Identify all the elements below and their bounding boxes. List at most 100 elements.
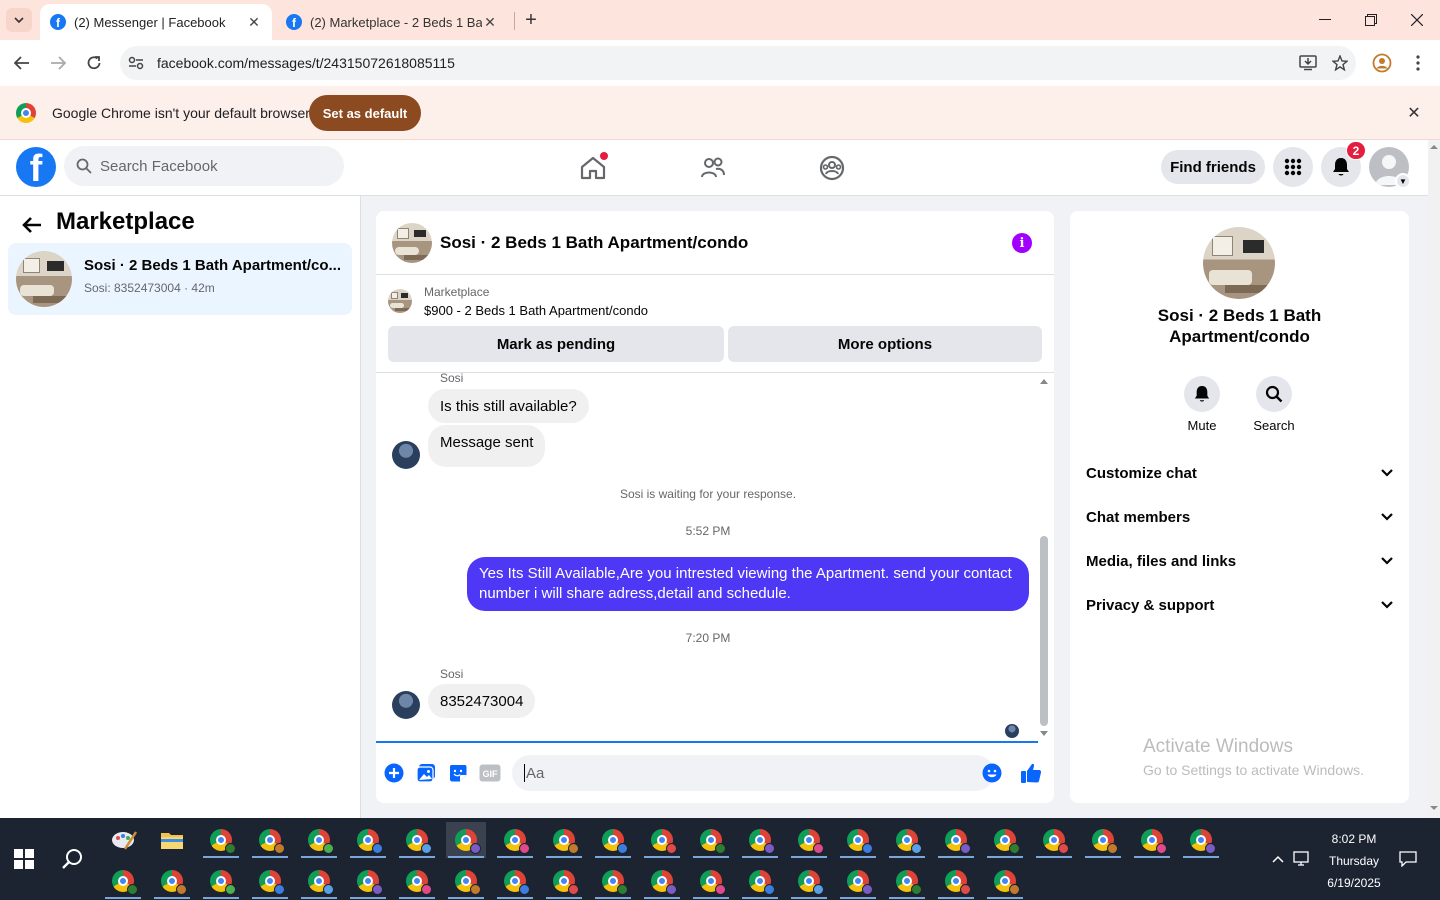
plus-circle-icon[interactable]	[383, 762, 405, 784]
chrome-window-taskbar-button[interactable]	[593, 822, 633, 858]
chrome-window-taskbar-button[interactable]	[789, 822, 829, 858]
customize-chat-section[interactable]: Customize chat	[1086, 461, 1393, 485]
message-input[interactable]: Aa	[512, 755, 994, 791]
tab-close-icon[interactable]: ✕	[482, 14, 498, 31]
chrome-window-taskbar-button[interactable]	[1083, 822, 1123, 858]
chrome-menu-button[interactable]	[1404, 49, 1432, 77]
chrome-window-taskbar-button[interactable]	[789, 863, 829, 899]
chat-title[interactable]: Sosi · 2 Beds 1 Bath Apartment/condo	[440, 233, 748, 253]
chrome-window-taskbar-button[interactable]	[446, 863, 486, 899]
chrome-window-taskbar-button[interactable]	[887, 863, 927, 899]
chrome-window-taskbar-button[interactable]	[642, 822, 682, 858]
facebook-search-input[interactable]: Search Facebook	[64, 146, 344, 186]
chrome-window-taskbar-button[interactable]	[838, 863, 878, 899]
facebook-logo[interactable]: f	[16, 147, 56, 187]
scroll-up-arrow-icon[interactable]	[1040, 379, 1048, 384]
back-button[interactable]	[8, 49, 36, 77]
chrome-window-taskbar-button[interactable]	[446, 822, 486, 858]
chrome-window-taskbar-button[interactable]	[495, 863, 535, 899]
chrome-window-taskbar-button[interactable]	[642, 863, 682, 899]
tab-search-button[interactable]	[6, 8, 32, 32]
info-icon[interactable]: i	[1012, 233, 1032, 253]
privacy-support-section[interactable]: Privacy & support	[1086, 593, 1393, 617]
nav-home[interactable]	[538, 146, 648, 190]
mute-button[interactable]: Mute	[1172, 376, 1232, 433]
paint-app-icon[interactable]	[104, 822, 144, 858]
chrome-window-taskbar-button[interactable]	[985, 822, 1025, 858]
incoming-message[interactable]: Is this still available?	[428, 389, 589, 423]
incoming-message[interactable]: 8352473004	[428, 684, 536, 718]
page-scrollbar[interactable]	[1428, 140, 1440, 818]
tab-messenger[interactable]: f (2) Messenger | Facebook ✕	[40, 4, 272, 40]
chrome-window-taskbar-button[interactable]	[152, 863, 192, 899]
notification-center-icon[interactable]	[1394, 818, 1422, 900]
restore-button[interactable]	[1348, 6, 1394, 34]
chrome-window-taskbar-button[interactable]	[299, 863, 339, 899]
chat-scrollbar[interactable]	[1038, 379, 1050, 739]
emoji-icon[interactable]	[981, 762, 1003, 784]
url-text[interactable]: facebook.com/messages/t/2431507261808511…	[157, 55, 1292, 71]
chrome-window-taskbar-button[interactable]	[348, 863, 388, 899]
chrome-window-taskbar-button[interactable]	[495, 822, 535, 858]
site-settings-icon[interactable]	[120, 46, 152, 80]
show-hidden-icons-chevron-icon[interactable]	[1266, 818, 1290, 900]
mark-as-pending-button[interactable]: Mark as pending	[388, 326, 724, 362]
minimize-button[interactable]	[1302, 6, 1348, 34]
chrome-window-taskbar-button[interactable]	[887, 822, 927, 858]
chrome-window-taskbar-button[interactable]	[740, 863, 780, 899]
chrome-window-taskbar-button[interactable]	[936, 863, 976, 899]
chat-avatar[interactable]	[392, 223, 432, 263]
chrome-window-taskbar-button[interactable]	[740, 822, 780, 858]
reload-button[interactable]	[80, 49, 108, 77]
close-window-button[interactable]	[1394, 6, 1440, 34]
system-clock[interactable]: 8:02 PM Thursday 6/19/2025	[1316, 828, 1392, 894]
sticker-icon[interactable]	[447, 762, 469, 784]
chrome-window-taskbar-button[interactable]	[201, 822, 241, 858]
sender-avatar[interactable]	[392, 691, 420, 719]
forward-button[interactable]	[44, 49, 72, 77]
windows-start-button[interactable]	[14, 849, 34, 869]
chrome-window-taskbar-button[interactable]	[250, 822, 290, 858]
nav-friends[interactable]	[658, 146, 768, 190]
chrome-window-taskbar-button[interactable]	[348, 822, 388, 858]
chrome-window-taskbar-button[interactable]	[397, 822, 437, 858]
chrome-window-taskbar-button[interactable]	[1132, 822, 1172, 858]
chevron-down-icon[interactable]: ▼	[1395, 173, 1411, 189]
network-icon[interactable]	[1290, 818, 1314, 900]
conversation-item[interactable]: Sosi · 2 Beds 1 Bath Apartment/co... Sos…	[8, 243, 352, 315]
tab-close-icon[interactable]: ✕	[246, 14, 262, 31]
chrome-window-taskbar-button[interactable]	[985, 863, 1025, 899]
chrome-window-taskbar-button[interactable]	[936, 822, 976, 858]
menu-button[interactable]	[1273, 147, 1313, 187]
chrome-window-taskbar-button[interactable]	[250, 863, 290, 899]
nav-groups[interactable]	[777, 146, 887, 190]
chrome-window-taskbar-button[interactable]	[691, 822, 731, 858]
install-app-icon[interactable]	[1292, 46, 1324, 80]
chrome-profile-button[interactable]	[1368, 49, 1396, 77]
incoming-message[interactable]: Message sent	[428, 425, 546, 467]
search-in-conversation-button[interactable]: Search	[1244, 376, 1304, 433]
bookmark-star-icon[interactable]	[1324, 46, 1356, 80]
like-thumbs-up-icon[interactable]	[1020, 762, 1042, 784]
chrome-window-taskbar-button[interactable]	[593, 863, 633, 899]
chrome-window-taskbar-button[interactable]	[103, 863, 143, 899]
chrome-window-taskbar-button[interactable]	[544, 822, 584, 858]
infobar-close-icon[interactable]: ✕	[1404, 103, 1424, 123]
back-arrow-icon[interactable]	[20, 213, 44, 237]
chrome-window-taskbar-button[interactable]	[1034, 822, 1074, 858]
gif-icon[interactable]: GIF	[479, 762, 501, 784]
find-friends-button[interactable]: Find friends	[1161, 150, 1265, 184]
media-files-links-section[interactable]: Media, files and links	[1086, 549, 1393, 573]
address-bar[interactable]: facebook.com/messages/t/2431507261808511…	[120, 46, 1356, 80]
chrome-window-taskbar-button[interactable]	[544, 863, 584, 899]
new-tab-button[interactable]: +	[520, 8, 542, 32]
chrome-window-taskbar-button[interactable]	[299, 822, 339, 858]
taskbar-search-icon[interactable]	[60, 847, 84, 871]
more-options-button[interactable]: More options	[728, 326, 1042, 362]
outgoing-message[interactable]: Yes Its Still Available,Are you intreste…	[467, 557, 1029, 611]
chrome-window-taskbar-button[interactable]	[691, 863, 731, 899]
scroll-down-arrow-icon[interactable]	[1040, 731, 1048, 736]
listing-photo[interactable]	[1203, 227, 1275, 299]
chrome-window-taskbar-button[interactable]	[397, 863, 437, 899]
chrome-window-taskbar-button[interactable]	[838, 822, 878, 858]
